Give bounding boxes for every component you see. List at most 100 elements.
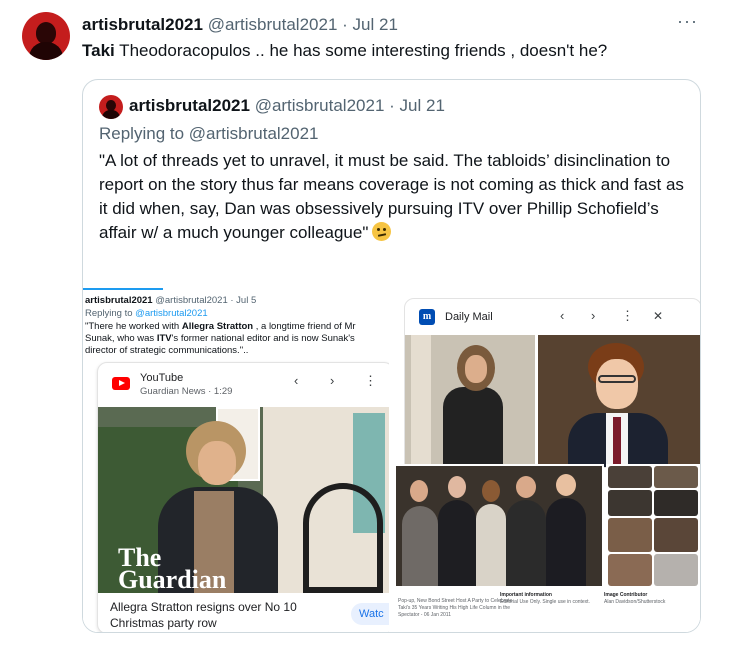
embedded-text-1: "There he worked with xyxy=(85,321,182,332)
thumbnail-image xyxy=(654,466,698,488)
media-image-right[interactable]: m Daily Mail ‹ › ⋮ ✕ Pop-up, New Bond St… xyxy=(394,288,700,632)
embedded-text-bold-1: Allegra Stratton xyxy=(181,321,254,332)
youtube-app-name: YouTube xyxy=(140,372,184,384)
photo-young-man xyxy=(538,335,700,467)
dailymail-app-name: Daily Mail xyxy=(445,311,493,323)
thumbnail-grid xyxy=(606,464,700,588)
caption-right-1: Alan Davidson/Shutterstock xyxy=(604,599,666,605)
photo-head xyxy=(556,474,576,496)
kebab-menu-icon: ⋮ xyxy=(621,308,634,323)
photo-head xyxy=(410,480,428,502)
quoted-text-body: "A lot of threads yet to unravel, it mus… xyxy=(99,151,684,242)
quoted-author-avatar[interactable] xyxy=(99,95,123,119)
tweet-header: artisbrutal2021 @artisbrutal2021 · Jul 2… xyxy=(82,14,398,36)
photo-person xyxy=(546,498,586,586)
author-handle[interactable]: @artisbrutal2021 xyxy=(208,15,338,34)
photo-face xyxy=(198,441,236,485)
embedded-replying: Replying to @artisbrutal2021 xyxy=(85,308,208,319)
photo-tie xyxy=(613,417,621,467)
thumbnail-image xyxy=(654,518,698,552)
author-avatar[interactable] xyxy=(22,12,70,60)
photo-person xyxy=(476,504,506,586)
guardian-logo: The Guardian xyxy=(118,545,227,593)
caption-mid-title-text: Important information xyxy=(500,592,552,598)
tweet[interactable]: artisbrutal2021 @artisbrutal2021 · Jul 2… xyxy=(0,0,733,656)
photo-glasses xyxy=(598,375,636,383)
youtube-card: YouTube Guardian News · 1:29 ‹ › ⋮ The G… xyxy=(97,362,389,632)
photo-coat xyxy=(443,387,503,467)
separator-dot: · xyxy=(342,15,348,34)
photo-head xyxy=(482,480,500,502)
photo-gate xyxy=(303,483,383,593)
replying-prefix: Replying to xyxy=(99,124,189,143)
embedded-text: "There he worked with Allegra Stratton ,… xyxy=(85,321,385,357)
photo-person xyxy=(402,506,438,586)
author-name[interactable]: artisbrutal2021 xyxy=(82,15,203,34)
quoted-author-name[interactable]: artisbrutal2021 xyxy=(129,96,250,115)
photo-face xyxy=(465,355,487,383)
video-caption: Allegra Stratton resigns over No 10 Chri… xyxy=(110,600,297,630)
thumbnail-image xyxy=(654,490,698,516)
photo-person xyxy=(506,500,546,586)
photo-head xyxy=(516,476,536,498)
avatar-body-shape xyxy=(102,110,120,119)
youtube-logo-icon xyxy=(112,377,130,390)
photo-woman-doorway xyxy=(405,335,535,467)
thinking-face-icon xyxy=(372,222,392,241)
guardian-photo: The Guardian xyxy=(98,407,389,593)
embedded-author-meta: @artisbrutal2021 · Jul 5 xyxy=(152,295,257,306)
quoted-author-handle[interactable]: @artisbrutal2021 xyxy=(255,96,385,115)
tweet-text-rest: Theodoracopulos .. he has some interesti… xyxy=(114,41,608,60)
chevron-right-icon: › xyxy=(330,373,335,388)
thumbnail-image xyxy=(608,554,652,586)
youtube-source: Guardian News · 1:29 xyxy=(140,386,233,397)
tweet-date[interactable]: Jul 21 xyxy=(353,15,398,34)
guardian-logo-line2: Guardian xyxy=(118,565,227,593)
avatar-head-shape xyxy=(36,22,56,44)
photo-face xyxy=(596,359,638,409)
embedded-replying-handle: @artisbrutal2021 xyxy=(135,308,208,319)
chevron-left-icon: ‹ xyxy=(560,308,565,323)
tweet-text: Taki Theodoracopulos .. he has some inte… xyxy=(82,40,607,62)
quoted-header: artisbrutal2021 @artisbrutal2021 · Jul 2… xyxy=(129,94,445,118)
media-grid[interactable]: artisbrutal2021 @artisbrutal2021 · Jul 5… xyxy=(83,288,700,632)
photo-column xyxy=(411,335,431,467)
dailymail-card: m Daily Mail ‹ › ⋮ ✕ xyxy=(404,298,700,468)
embedded-header: artisbrutal2021 @artisbrutal2021 · Jul 5 xyxy=(85,295,256,306)
caption-mid-title: Important information xyxy=(500,592,552,598)
dailymail-logo-icon: m xyxy=(419,309,435,325)
thumbnail-image xyxy=(654,554,698,586)
replying-to: Replying to @artisbrutal2021 xyxy=(99,122,319,146)
separator-dot: · xyxy=(389,96,395,115)
quoted-tweet[interactable]: artisbrutal2021 @artisbrutal2021 · Jul 2… xyxy=(82,79,701,633)
embedded-text-bold-2: ITV xyxy=(156,333,172,344)
embedded-replying-prefix: Replying to xyxy=(85,308,136,319)
caption-mid-1: Editorial Use Only. Single use in contex… xyxy=(500,599,590,605)
thumbnail-image xyxy=(608,490,652,516)
thumbnail-image xyxy=(608,466,652,488)
caption-left-3: Spectator - 06 Jan 2011 xyxy=(398,612,451,618)
photo-person xyxy=(438,500,476,586)
caption-left-1: Pop-up, New Bond Street Host A Party to … xyxy=(398,598,513,604)
thumbnail-image xyxy=(608,518,652,552)
avatar-body-shape xyxy=(29,42,63,60)
watch-button: Watc xyxy=(351,603,389,625)
embedded-author-name: artisbrutal2021 xyxy=(85,295,153,306)
chevron-left-icon: ‹ xyxy=(294,373,299,388)
media-image-left[interactable]: artisbrutal2021 @artisbrutal2021 · Jul 5… xyxy=(83,288,389,632)
caption-left-2: Taki's 35 Years Writing His High Life Co… xyxy=(398,605,511,611)
close-icon: ✕ xyxy=(653,309,664,323)
photo-party-group xyxy=(394,464,604,588)
replying-handle[interactable]: @artisbrutal2021 xyxy=(189,124,319,143)
caption-right-title-text: Image Contributor xyxy=(604,592,648,598)
caption-right-title: Image Contributor xyxy=(604,592,647,598)
chevron-right-icon: › xyxy=(591,308,596,323)
quoted-text: "A lot of threads yet to unravel, it mus… xyxy=(99,149,684,245)
kebab-menu-icon: ⋮ xyxy=(364,373,377,388)
more-options-icon[interactable]: ··· xyxy=(677,11,698,32)
tweet-text-bold: Taki xyxy=(82,41,115,60)
tab-underline xyxy=(83,288,163,290)
photo-caption-area: Pop-up, New Bond Street Host A Party to … xyxy=(394,590,700,632)
quoted-date[interactable]: Jul 21 xyxy=(400,96,445,115)
photo-head xyxy=(448,476,466,498)
